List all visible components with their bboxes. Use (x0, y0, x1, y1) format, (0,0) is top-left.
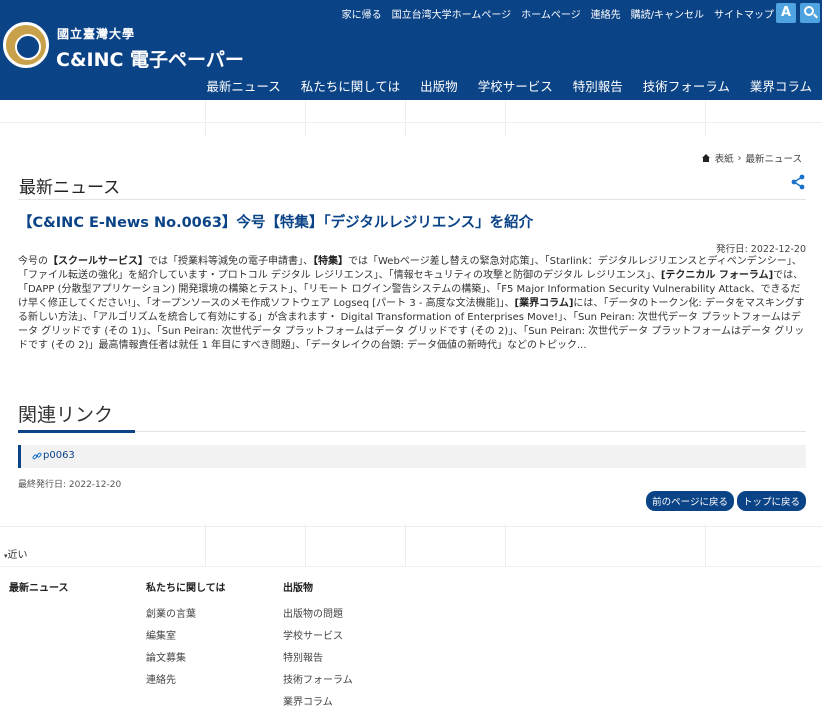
footer-link[interactable]: 出版物の問題 (283, 605, 353, 620)
back-to-top-button[interactable]: トップに戻る (736, 491, 806, 511)
footer-column-publications: 出版物 出版物の問題 学校サービス 特別報告 技術フォーラム 業界コラム (283, 579, 353, 706)
footer-link[interactable]: 論文募集 (146, 649, 226, 664)
divider (18, 199, 806, 200)
footer-link[interactable]: 特別報告 (283, 649, 353, 664)
back-button[interactable]: 前のページに戻る (646, 491, 734, 511)
body-text-segment: では「授業料等減免の電子申請書」、 (148, 256, 313, 267)
body-section-label: 【特集】 (313, 256, 348, 267)
top-link-subscribe[interactable]: 購読/キャンセル (631, 6, 704, 21)
footer-link[interactable]: 学校サービス (283, 627, 353, 642)
footer-link[interactable]: 業界コラム (283, 693, 353, 706)
university-name: 國立臺灣大學 (57, 27, 136, 41)
search-button[interactable] (800, 3, 820, 23)
university-logo[interactable] (3, 22, 49, 68)
body-section-label: 【スクールサービス】 (48, 256, 148, 267)
footer-link[interactable]: 創業の言葉 (146, 605, 226, 620)
footer-column-about: 私たちに関しては 創業の言葉 編集室 論文募集 連絡先 (146, 579, 226, 693)
site-footer: 最新ニュース 私たちに関しては 創業の言葉 編集室 論文募集 連絡先 出版物 出… (0, 566, 822, 706)
footer-heading[interactable]: 最新ニュース (9, 579, 69, 594)
share-icon[interactable] (790, 174, 806, 190)
body-section-label: [テクニカル フォーラム] (660, 270, 774, 281)
top-link-home[interactable]: 家に帰る (342, 6, 382, 21)
related-link-label[interactable]: p0063 (43, 450, 75, 461)
site-header: 家に帰る 国立台湾大学ホームページ ホームページ 連絡先 購読/キャンセル サイ… (0, 0, 822, 100)
breadcrumb-current: 最新ニュース (745, 154, 802, 165)
link-icon (32, 452, 42, 460)
grid-decoration (0, 100, 822, 136)
divider-accent (18, 430, 135, 433)
footer-link[interactable]: 連絡先 (146, 671, 226, 686)
nav-about-us[interactable]: 私たちに関しては (301, 76, 400, 95)
nav-industry-column[interactable]: 業界コラム (750, 76, 812, 95)
article-title: 【C&INC E-News No.0063】今号【特集】「デジタルレジリエンス」… (18, 215, 534, 231)
top-link-contact[interactable]: 連絡先 (591, 6, 621, 21)
top-link-ntu[interactable]: 国立台湾大学ホームページ (392, 6, 512, 21)
breadcrumb-home[interactable]: 表紙 (715, 151, 734, 165)
page-title: 最新ニュース (19, 178, 121, 198)
related-link-item[interactable]: p0063 (18, 445, 806, 468)
nav-tech-forum[interactable]: 技術フォーラム (643, 76, 730, 95)
home-icon (701, 154, 711, 162)
footer-link[interactable]: 編集室 (146, 627, 226, 642)
footer-toggle[interactable]: ▾近い (4, 546, 28, 561)
body-section-label: [業界コラム] (514, 298, 574, 309)
breadcrumb: 表紙 › 最新ニュース (701, 151, 802, 165)
top-link-homepage[interactable]: ホームページ (521, 6, 581, 21)
article-body: 今号の【スクールサービス】では「授業料等減免の電子申請書」、【特集】では「Web… (18, 255, 806, 353)
top-links: 家に帰る 国立台湾大学ホームページ ホームページ 連絡先 購読/キャンセル サイ… (342, 6, 774, 21)
footer-toggle-label: 近い (7, 550, 28, 561)
footer-heading[interactable]: 私たちに関しては (146, 579, 226, 594)
divider (18, 431, 806, 432)
footer-link[interactable]: 技術フォーラム (283, 671, 353, 686)
publish-date: 発行日: 2022-12-20 (716, 244, 806, 255)
footer-column-news: 最新ニュース (9, 579, 69, 605)
grid-decoration (0, 524, 822, 566)
breadcrumb-separator: › (737, 152, 742, 164)
nav-school-services[interactable]: 学校サービス (478, 76, 553, 95)
last-published-date: 最終発行日: 2022-12-20 (18, 480, 122, 490)
main-nav: 最新ニュース 私たちに関しては 出版物 学校サービス 特別報告 技術フォーラム … (206, 76, 812, 95)
footer-heading[interactable]: 出版物 (283, 579, 353, 594)
related-links-title: 関連リンク (18, 404, 114, 426)
font-size-button[interactable]: A (776, 3, 796, 23)
body-text-segment: 今号の (18, 256, 48, 267)
page-nav-buttons: 前のページに戻る トップに戻る (646, 491, 806, 511)
top-link-sitemap[interactable]: サイトマップ (714, 6, 774, 21)
nav-special-report[interactable]: 特別報告 (573, 76, 623, 95)
nav-publications[interactable]: 出版物 (420, 76, 458, 95)
site-title[interactable]: C&INC 電子ペーパー (56, 45, 244, 72)
nav-latest-news[interactable]: 最新ニュース (206, 76, 280, 95)
